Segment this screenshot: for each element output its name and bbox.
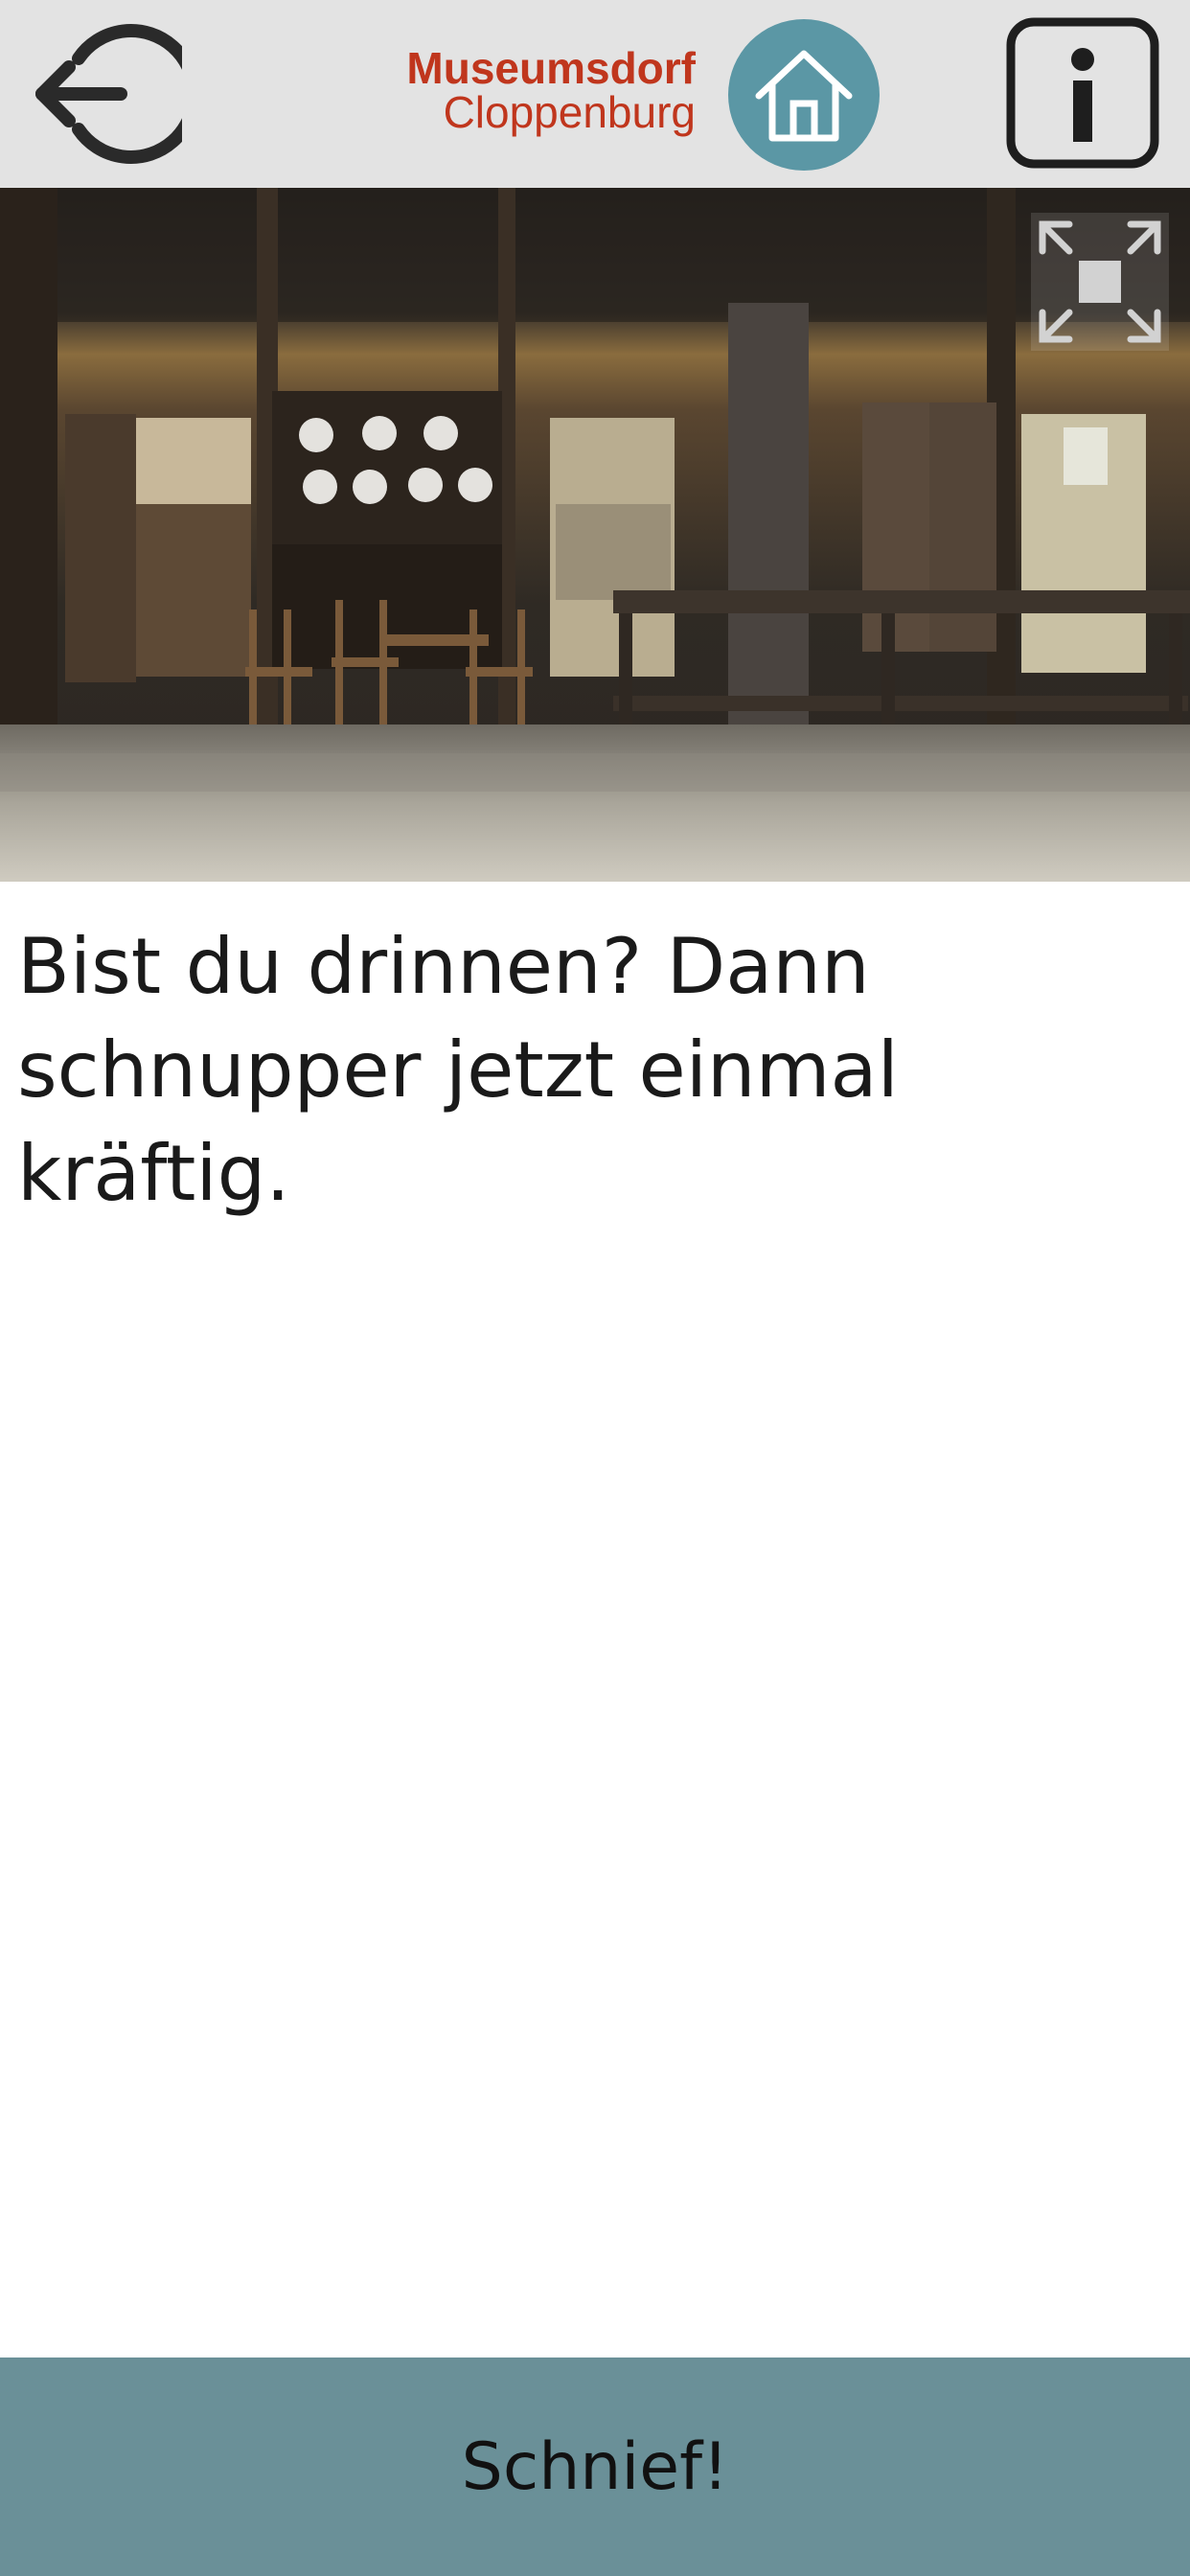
- back-button[interactable]: [25, 21, 186, 167]
- sniff-button[interactable]: Schnief!: [0, 2358, 1190, 2576]
- fullscreen-icon: [1039, 220, 1161, 343]
- sniff-button-label: Schnief!: [461, 2428, 729, 2505]
- brand-line-1: Museumsdorf: [406, 43, 696, 93]
- home-icon: [755, 50, 853, 142]
- brand-line-2: Cloppenburg: [443, 87, 696, 137]
- brand-logo: Museumsdorf Cloppenburg: [345, 46, 696, 134]
- prompt-text: Bist du drinnen? Dann schnupper jetzt ei…: [17, 922, 899, 1218]
- hero-image: [0, 188, 1190, 882]
- app-header: Museumsdorf Cloppenburg: [0, 0, 1190, 188]
- logout-arrow-icon: [35, 24, 182, 164]
- fullscreen-button[interactable]: [1031, 213, 1169, 351]
- home-button[interactable]: [728, 19, 880, 171]
- info-icon: [1006, 17, 1159, 169]
- info-button[interactable]: [1006, 17, 1159, 169]
- farmhouse-interior-photo: [0, 188, 1190, 882]
